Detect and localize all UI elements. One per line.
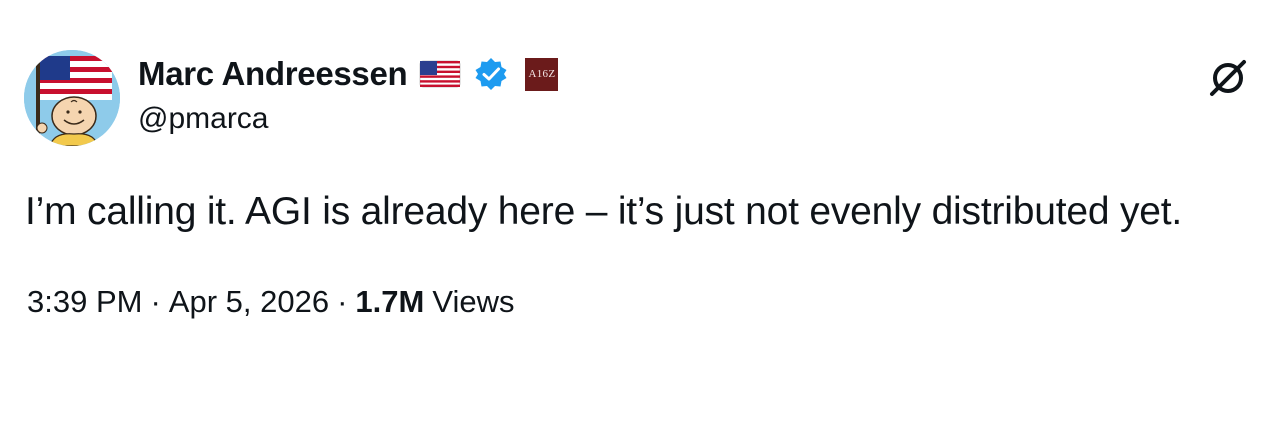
user-handle[interactable]: @pmarca — [138, 102, 558, 136]
tweet-meta: 3:39 PM · Apr 5, 2026 · 1.7M Views — [27, 284, 514, 320]
tweet-text: I’m calling it. AGI is already here – it… — [25, 190, 1182, 233]
display-name[interactable]: Marc Andreessen — [138, 55, 408, 93]
affiliate-badge[interactable]: A16Z — [525, 57, 559, 91]
tweet-time[interactable]: 3:39 PM — [27, 284, 142, 320]
meta-separator: · — [337, 284, 348, 319]
name-row: Marc Andreessen A16Z — [138, 52, 559, 96]
avatar-image — [24, 50, 120, 146]
slashed-circle-icon[interactable] — [1204, 54, 1252, 102]
verified-badge-icon[interactable] — [473, 56, 509, 92]
tweet-header: Marc Andreessen A16Z @pmarca — [138, 52, 559, 148]
tweet-date[interactable]: Apr 5, 2026 — [169, 284, 329, 320]
tweet-card: Marc Andreessen A16Z @pmarca I’m calling… — [0, 0, 1280, 426]
views-count: 1.7M — [355, 284, 425, 319]
us-flag-icon — [419, 59, 461, 89]
avatar[interactable] — [24, 50, 120, 146]
views-label: Views — [432, 284, 515, 319]
meta-separator: · — [150, 284, 161, 319]
